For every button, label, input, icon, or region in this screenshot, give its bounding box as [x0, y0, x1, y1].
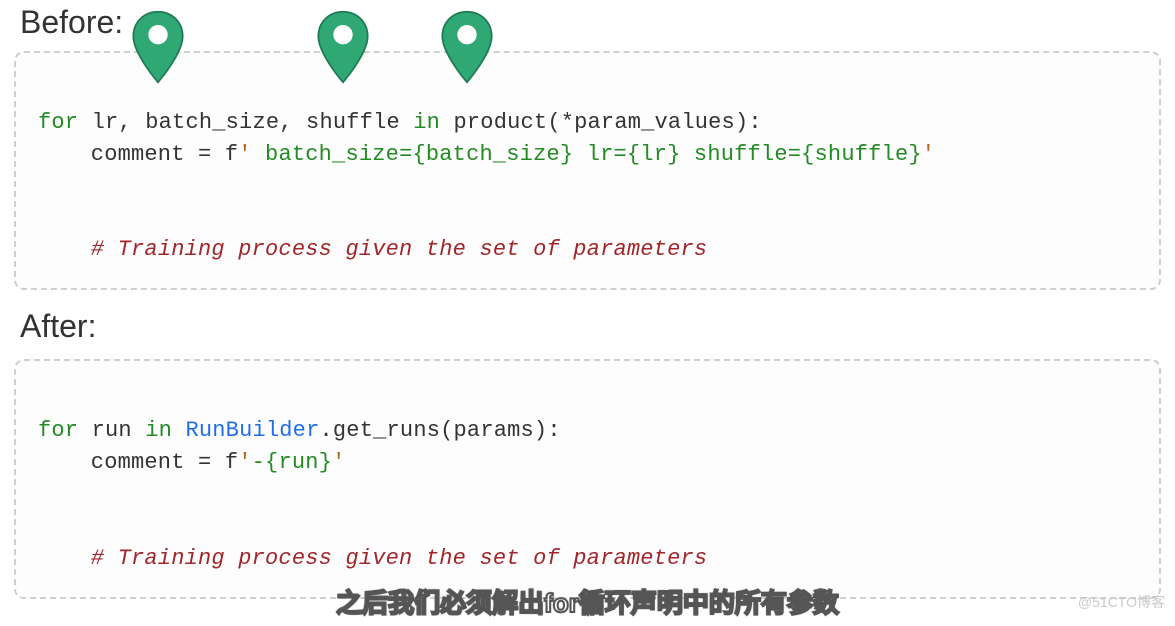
- code-line: for run in RunBuilder.get_runs(params):: [38, 418, 561, 443]
- code-block-after: for run in RunBuilder.get_runs(params): …: [14, 359, 1161, 598]
- watermark-text: @51CTO博客: [1078, 592, 1165, 612]
- keyword-in: in: [145, 418, 172, 443]
- subtitle-caption: 之后我们必须解出for循环声明中的所有参数: [0, 583, 1175, 620]
- code-line: comment = f' batch_size={batch_size} lr=…: [38, 142, 935, 167]
- code-line: # Training process given the set of para…: [38, 546, 707, 571]
- call-expr: product(*param_values):: [454, 110, 762, 135]
- class-name: RunBuilder: [185, 418, 319, 443]
- code-line: comment = f'-{run}': [38, 450, 345, 475]
- subtitle-text: 之后我们必须解出for循环声明中的所有参数: [336, 583, 839, 620]
- code-block-before: for lr, batch_size, shuffle in product(*…: [14, 51, 1161, 290]
- quote-open: ': [238, 450, 251, 475]
- comment: # Training process given the set of para…: [91, 546, 708, 571]
- quote-open: ': [238, 142, 251, 167]
- keyword-for: for: [38, 418, 78, 443]
- method-call: .get_runs(params):: [320, 418, 561, 443]
- heading-before: Before:: [0, 4, 1175, 41]
- heading-after: After:: [0, 308, 1175, 345]
- blank-line: [38, 479, 1141, 511]
- quote-close: ': [332, 450, 345, 475]
- assign: comment = f: [91, 450, 238, 475]
- fstring-content: batch_size={batch_size} lr={lr} shuffle=…: [252, 142, 922, 167]
- code-line: # Training process given the set of para…: [38, 237, 707, 262]
- loop-vars: lr, batch_size, shuffle: [92, 110, 400, 135]
- keyword-in: in: [413, 110, 440, 135]
- fstring-content: -{run}: [252, 450, 332, 475]
- loop-var: run: [92, 418, 132, 443]
- code-line: for lr, batch_size, shuffle in product(*…: [38, 110, 762, 135]
- assign: comment = f: [91, 142, 238, 167]
- blank-line: [38, 171, 1141, 203]
- quote-close: ': [922, 142, 935, 167]
- keyword-for: for: [38, 110, 78, 135]
- comment: # Training process given the set of para…: [91, 237, 708, 262]
